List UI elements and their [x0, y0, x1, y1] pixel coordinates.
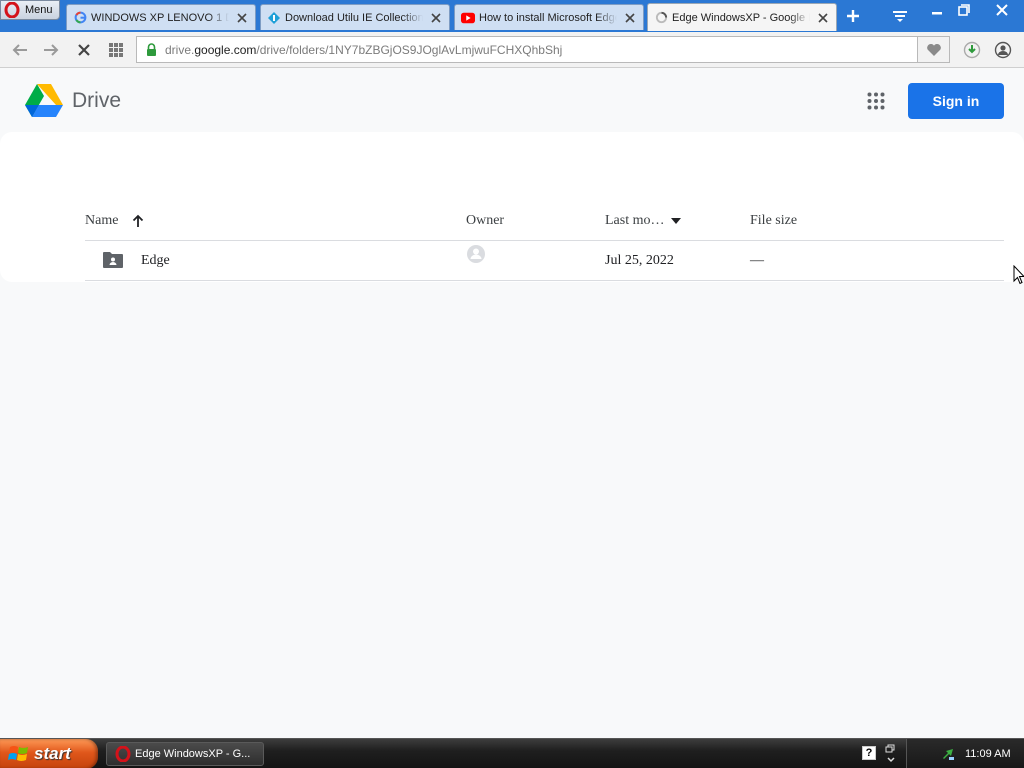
google-g-icon: [73, 11, 87, 25]
forward-arrow-icon[interactable]: [41, 40, 61, 60]
file-table-header: Name Owner Last mo… File size: [85, 201, 1004, 241]
column-header-owner[interactable]: Owner: [466, 213, 504, 229]
column-header-label: File size: [750, 213, 798, 228]
file-name[interactable]: Edge: [141, 253, 170, 269]
opera-logo-icon: [115, 746, 131, 762]
tab-title: Download Utilu IE Collection: [285, 11, 423, 24]
sort-ascending-arrow-icon[interactable]: [132, 214, 144, 228]
address-bar[interactable]: drive. google.com/drive/folders/1NY7bZBGj…: [136, 36, 918, 63]
url-host: google.com: [194, 42, 257, 57]
drive-title[interactable]: Drive: [72, 89, 121, 113]
sign-in-button[interactable]: Sign in: [908, 83, 1004, 119]
bookmark-heart-icon[interactable]: [918, 36, 950, 63]
system-tray: 11:09 AM: [906, 739, 1024, 768]
start-button[interactable]: start: [0, 739, 98, 768]
tab-menu-icon[interactable]: [890, 6, 910, 26]
file-table: Name Owner Last mo… File size Edge Jul 2…: [85, 201, 1004, 281]
network-connection-icon[interactable]: [941, 746, 957, 762]
restore-window-icon[interactable]: [952, 1, 976, 19]
google-drive-logo-icon[interactable]: [25, 83, 63, 117]
mouse-cursor-icon: [1013, 264, 1024, 285]
close-tab-icon[interactable]: [816, 11, 830, 25]
tab-download-utilu[interactable]: Download Utilu IE Collection: [260, 4, 450, 30]
sort-dropdown-caret-icon[interactable]: [670, 218, 681, 224]
column-header-last-modified[interactable]: Last mo…: [605, 213, 681, 229]
close-tab-icon[interactable]: [235, 11, 249, 25]
taskbar-window-label: Edge WindowsXP - G...: [135, 748, 251, 760]
browser-navigation-bar: drive. google.com/drive/folders/1NY7bZBGj…: [0, 32, 1024, 68]
help-icon[interactable]: ?: [862, 746, 876, 760]
shared-folder-icon: [103, 252, 123, 268]
taskbar-window-button[interactable]: Edge WindowsXP - G...: [106, 742, 264, 766]
tab-how-to-install-edge[interactable]: How to install Microsoft Edge: [454, 4, 644, 30]
file-last-modified: Jul 25, 2022: [605, 253, 674, 268]
column-header-label: Name: [85, 213, 119, 228]
close-window-icon[interactable]: [990, 1, 1014, 19]
minimize-window-icon[interactable]: [925, 1, 949, 19]
opera-menu-button[interactable]: Menu: [0, 0, 60, 20]
youtube-icon: [461, 11, 475, 25]
column-header-label: Owner: [466, 213, 505, 228]
close-tab-icon[interactable]: [429, 11, 443, 25]
windows-taskbar: start Edge WindowsXP - G... ? 11:09 AM: [0, 738, 1024, 768]
tray-expand-icon[interactable]: [884, 743, 898, 765]
drive-header: Drive Sign in: [0, 69, 1024, 133]
clock: 11:09 AM: [965, 748, 1011, 760]
menu-label: Menu: [25, 4, 53, 16]
utilu-icon: [267, 11, 281, 25]
column-header-label: Last mo…: [605, 213, 665, 228]
file-row[interactable]: Edge Jul 25, 2022 —: [85, 241, 1004, 281]
download-icon[interactable]: [962, 40, 982, 60]
loading-spinner-icon: [654, 11, 668, 25]
url-prefix: drive.: [165, 42, 195, 57]
drive-page: Drive Sign in Name Owner Last mo… File s…: [0, 69, 1024, 738]
tab-windows-xp-lenovo[interactable]: WINDOWS XP LENOVO 1 DO: [66, 4, 256, 30]
start-label: start: [34, 744, 71, 763]
close-tab-icon[interactable]: [623, 11, 637, 25]
url-path: /drive/folders/1NY7bZBGjOS9JOglAvLmjwuFC…: [256, 42, 563, 57]
back-arrow-icon[interactable]: [10, 40, 30, 60]
google-apps-icon[interactable]: [864, 89, 888, 113]
stop-loading-icon[interactable]: [74, 40, 94, 60]
tab-title: How to install Microsoft Edge: [479, 11, 617, 24]
file-size: —: [750, 253, 764, 268]
column-header-name[interactable]: Name: [85, 213, 144, 229]
opera-logo-icon: [3, 1, 21, 19]
browser-tab-bar: Menu WINDOWS XP LENOVO 1 DO Download Uti…: [0, 0, 1024, 32]
windows-flag-icon: [8, 746, 28, 761]
account-icon[interactable]: [993, 40, 1013, 60]
tab-title: Edge WindowsXP - Google Dr: [672, 11, 810, 24]
tab-title: WINDOWS XP LENOVO 1 DO: [91, 11, 229, 24]
owner-avatar-icon: [466, 244, 486, 264]
speed-dial-grid-icon[interactable]: [106, 40, 126, 60]
secure-lock-icon: [145, 43, 157, 57]
tab-edge-windowsxp-drive[interactable]: Edge WindowsXP - Google Dr: [647, 3, 837, 31]
column-header-file-size[interactable]: File size: [750, 213, 797, 229]
new-tab-icon[interactable]: [843, 6, 863, 26]
